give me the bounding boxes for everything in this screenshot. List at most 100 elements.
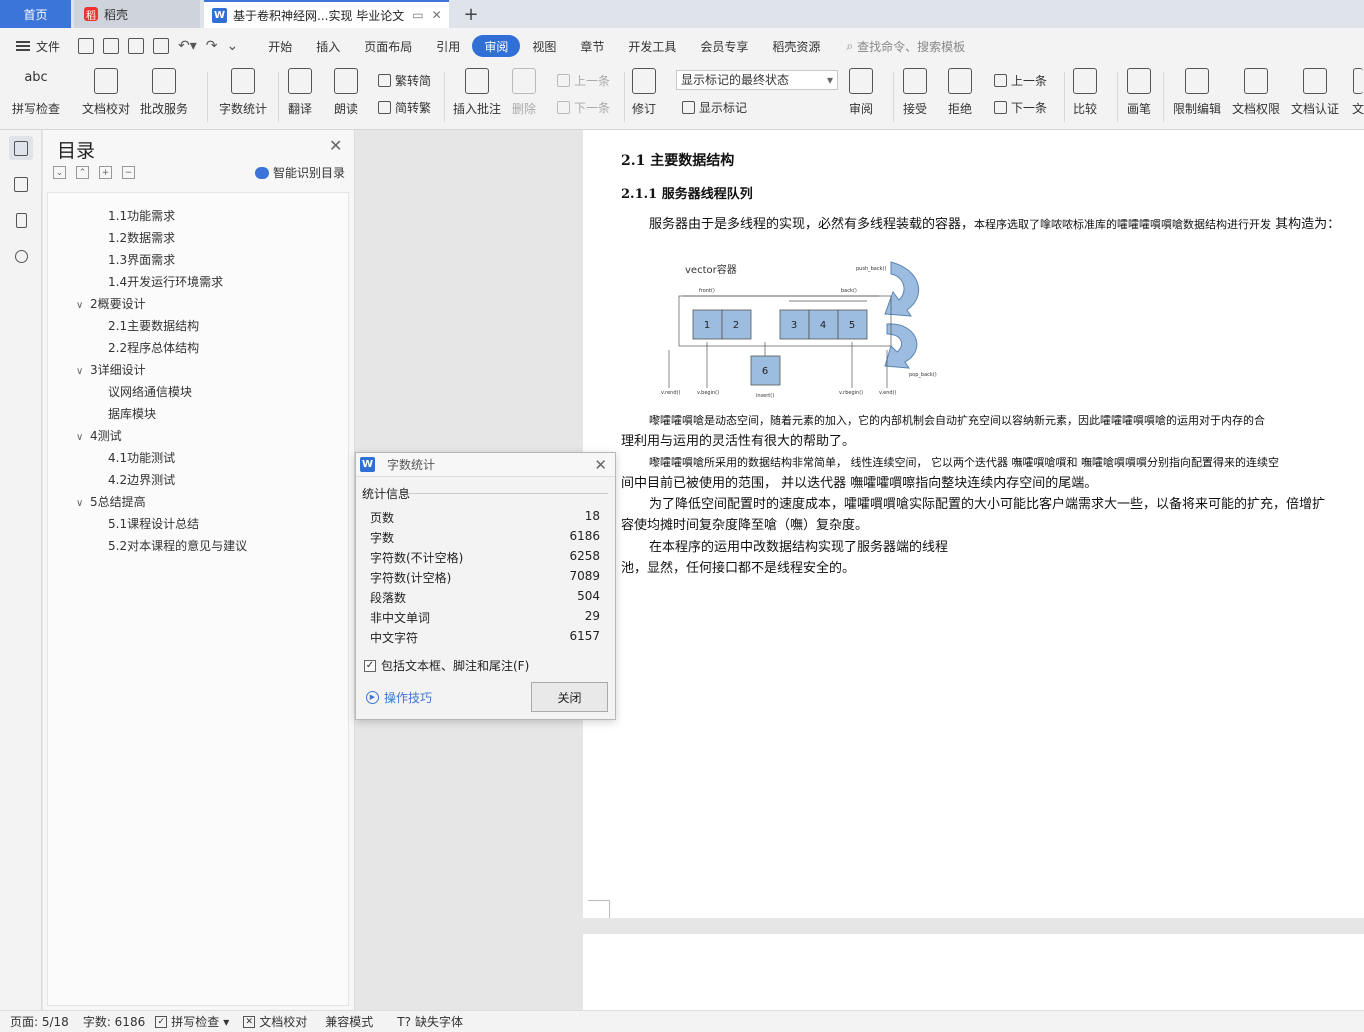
export-icon[interactable] [103,38,120,54]
toc-item[interactable]: 5.1课程设计总结 [108,515,199,532]
diagram-cell: 3 [791,320,797,331]
file-menu[interactable]: 文件 [0,38,60,55]
new-tab-button[interactable]: + [458,0,484,28]
status-spell-check[interactable]: ✓ 拼写检查 ▾ [155,1013,229,1030]
compare-button[interactable]: 比较 [1073,68,1097,117]
divider [408,493,608,494]
undo-icon[interactable]: ↶▾ [178,38,197,54]
missing-font[interactable]: T? 缺失字体 [397,1013,463,1030]
close-icon[interactable]: ✕ [594,456,607,474]
track-changes-button[interactable]: 修订 [632,68,656,117]
toc-item[interactable]: ∨ 3详细设计 [76,361,146,378]
word-count-indicator[interactable]: 字数: 6186 [83,1013,145,1030]
tab-home[interactable]: 首页 [0,0,71,28]
menu-tab[interactable]: 引用 [424,35,472,57]
chevron-down-icon[interactable]: ∨ [76,366,90,377]
correction-service-button[interactable]: 批改服务 [140,68,188,117]
toc-item[interactable]: 1.2数据需求 [108,229,175,246]
toc-item[interactable]: 5.2对本课程的意见与建议 [108,537,247,554]
toc-item[interactable]: 4.1功能测试 [108,449,175,466]
toc-item[interactable]: 据库模块 [108,405,156,422]
trad-to-simp-button[interactable]: 繁转简 [378,72,431,89]
restrict-edit-button[interactable]: 限制编辑 [1173,68,1221,117]
prev-change-icon [994,74,1007,87]
more-ribbon-button[interactable]: 文 [1352,68,1364,117]
menu-tab[interactable]: 会员专享 [688,35,760,57]
delete-comment-button[interactable]: 删除 [512,68,536,117]
accept-button[interactable]: 接受 [903,68,927,117]
menu-tab[interactable]: 页面布局 [352,35,424,57]
include-textbox-checkbox[interactable]: ✓ 包括文本框、脚注和尾注(F) [364,657,529,674]
review-pane-button[interactable]: 审阅 [849,68,873,117]
save-icon[interactable] [78,38,95,54]
toc-item[interactable]: 1.1功能需求 [108,207,175,224]
menu-tab[interactable]: 稻壳资源 [760,35,832,57]
doc-check-button[interactable]: 文档校对 [82,68,130,117]
prev-change-button[interactable]: 上一条 [994,72,1047,89]
monitor-icon[interactable]: ▭ [412,8,423,22]
toc-item[interactable]: 4.2边界测试 [108,471,175,488]
print-icon[interactable] [128,38,145,54]
word-count-button[interactable]: 字数统计 [219,68,267,117]
status-doc-check[interactable]: ✕ 文档校对 [243,1013,307,1030]
read-aloud-button[interactable]: 朗读 [334,68,358,117]
tab-document[interactable]: W 基于卷积神经网...实现 毕业论文 ▭ ✕ [204,0,449,28]
reject-button[interactable]: 拒绝 [948,68,972,117]
doc-permission-button[interactable]: 文档权限 [1232,68,1280,117]
close-icon[interactable]: ✕ [329,136,342,155]
chevron-down-icon[interactable]: ∨ [76,300,90,311]
toc-item[interactable]: ∨ 5总结提高 [76,493,146,510]
wps-writer-icon: W [212,7,227,23]
simp-to-trad-button[interactable]: 简转繁 [378,99,431,116]
prev-comment-button[interactable]: 上一条 [557,72,610,89]
spell-check-button[interactable]: abc 拼写检查 [12,68,60,117]
toc-item[interactable]: 议网络通信模块 [108,383,192,400]
pen-button[interactable]: 画笔 [1127,68,1151,117]
menu-tab[interactable]: 章节 [568,35,616,57]
add-level-icon[interactable]: + [99,166,112,179]
toc-item[interactable]: 1.3界面需求 [108,251,175,268]
rail-bookmark-button[interactable] [9,208,33,232]
stat-value: 6186 [569,529,600,543]
file-menu-label: 文件 [36,39,61,54]
more-icon[interactable]: ⌄ [227,38,239,54]
toc-item[interactable]: 2.2程序总体结构 [108,339,199,356]
close-dialog-button[interactable]: 关闭 [531,682,608,712]
doc-certify-button[interactable]: 文档认证 [1291,68,1339,117]
page-indicator[interactable]: 页面: 5/18 [10,1013,69,1030]
document-page[interactable]: 2.1 主要数据结构 2.1.1 服务器线程队列 服务器由于是多线程的实现，必然… [583,130,1364,918]
rail-chapter-button[interactable] [9,172,33,196]
menu-tab[interactable]: 开发工具 [616,35,688,57]
toc-item[interactable]: 2.1主要数据结构 [108,317,199,334]
translate-button[interactable]: 翻译 [288,68,312,117]
menu-tab[interactable]: 开始 [256,35,304,57]
rail-search-button[interactable] [9,244,33,268]
rail-toc-button[interactable] [9,136,33,160]
next-page[interactable] [583,934,1364,1010]
markup-state-select[interactable]: 显示标记的最终状态 [676,70,838,90]
collapse-all-icon[interactable]: ⌄ [53,166,66,179]
chevron-down-icon[interactable]: ∨ [76,432,90,443]
tab-docer[interactable]: 稻稻壳 [74,0,200,28]
diagram-end: v.end() [879,390,897,396]
show-markup-button[interactable]: 显示标记 [682,99,747,116]
toc-item[interactable]: ∨ 4测试 [76,427,122,444]
toc-item[interactable]: ∨ 2概要设计 [76,295,146,312]
remove-level-icon[interactable]: − [122,166,135,179]
next-comment-button[interactable]: 下一条 [557,99,610,116]
command-search[interactable]: ⌕ 查找命令、搜索模板 [846,38,965,55]
toc-item[interactable]: 1.4开发运行环境需求 [108,273,223,290]
print-preview-icon[interactable] [153,38,170,54]
menu-tab[interactable]: 插入 [304,35,352,57]
redo-icon[interactable]: ↷ [206,38,218,54]
close-icon[interactable]: ✕ [432,8,442,22]
insert-comment-button[interactable]: 插入批注 [453,68,501,117]
chevron-down-icon[interactable]: ∨ [76,498,90,509]
doc-permission-icon [1244,68,1268,94]
smart-toc-button[interactable]: 智能识别目录 [255,164,345,181]
menu-tab[interactable]: 视图 [520,35,568,57]
next-change-button[interactable]: 下一条 [994,99,1047,116]
expand-all-icon[interactable]: ⌃ [76,166,89,179]
menu-tab[interactable]: 审阅 [472,35,521,57]
tips-link[interactable]: ▶ 操作技巧 [366,689,432,706]
